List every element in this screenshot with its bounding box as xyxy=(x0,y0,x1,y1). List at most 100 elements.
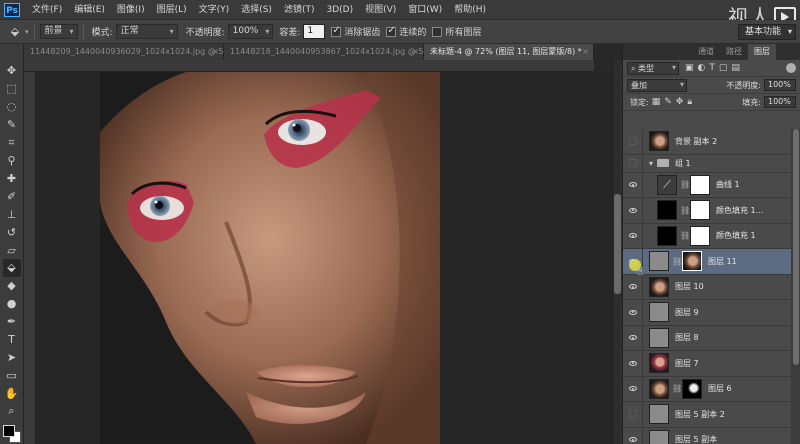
visibility-toggle[interactable] xyxy=(623,198,643,223)
fill-source-select[interactable]: 前景 xyxy=(39,24,78,39)
link-icon[interactable]: ⛓︎ xyxy=(680,206,690,215)
menu-layer[interactable]: 图层(L) xyxy=(151,0,193,20)
layer-mask-thumbnail[interactable] xyxy=(690,174,710,195)
contiguous-checkbox[interactable]: 连续的 xyxy=(386,25,426,38)
quick-select-tool-icon[interactable]: ✎ xyxy=(3,116,21,134)
canvas-area[interactable] xyxy=(36,72,612,444)
brush-tool-icon[interactable]: ✐ xyxy=(3,187,21,205)
link-icon[interactable]: ⛓︎ xyxy=(672,384,682,393)
history-brush-tool-icon[interactable]: ↺ xyxy=(3,223,21,241)
scrollbar-thumb[interactable] xyxy=(614,194,621,294)
type-tool-icon[interactable]: T xyxy=(3,331,21,349)
filter-toggle[interactable] xyxy=(786,63,796,73)
menu-help[interactable]: 帮助(H) xyxy=(448,0,492,20)
layer-row[interactable]: ⛓︎ 颜色填充 1... xyxy=(623,198,791,224)
chevron-down-icon[interactable]: ▾ xyxy=(649,159,653,168)
antialias-checkbox[interactable]: 消除锯齿 xyxy=(331,25,380,38)
layer-row[interactable]: ⛓︎ 颜色填充 1 xyxy=(623,223,791,249)
visibility-toggle[interactable] xyxy=(623,376,643,401)
zoom-tool-icon[interactable]: ⌕ xyxy=(3,402,21,420)
layer-group-row[interactable]: ▾ 组 1 xyxy=(623,154,791,173)
lock-pixels-icon[interactable]: ✎ xyxy=(664,97,672,107)
menu-view[interactable]: 视图(V) xyxy=(359,0,402,20)
menu-filter[interactable]: 滤镜(T) xyxy=(278,0,321,20)
healing-brush-tool-icon[interactable]: ✚ xyxy=(3,169,21,187)
layer-row[interactable]: 图层 9 xyxy=(623,300,791,326)
tab-document-active[interactable]: 未标题-4 @ 72% (图层 11, 图层蒙版/8) * × xyxy=(424,44,594,60)
visibility-toggle[interactable] xyxy=(623,427,643,444)
pixel-filter-icon[interactable]: ▣ xyxy=(685,63,694,73)
menu-select[interactable]: 选择(S) xyxy=(235,0,278,20)
layer-row[interactable]: ⟋ ⛓︎ 曲线 1 xyxy=(623,172,791,198)
link-icon[interactable]: ⛓︎ xyxy=(680,180,690,189)
close-icon[interactable]: × xyxy=(212,44,219,60)
shape-tool-icon[interactable]: ▭ xyxy=(3,366,21,384)
visibility-toggle[interactable] xyxy=(623,129,643,154)
tab-document-2[interactable]: 11448218_1440040953867_1024x1024.jpg @ 5… xyxy=(224,44,424,60)
visibility-toggle[interactable] xyxy=(623,402,643,427)
visibility-toggle[interactable] xyxy=(623,154,643,172)
paint-bucket-tool-icon[interactable]: ⬙ xyxy=(2,258,21,277)
lasso-tool-icon[interactable]: ◌ xyxy=(3,98,21,116)
layer-mask-thumbnail[interactable] xyxy=(682,378,702,399)
lock-all-icon[interactable]: 🔒︎ xyxy=(687,97,692,107)
layer-mask-thumbnail[interactable] xyxy=(690,225,710,246)
tab-paths[interactable]: 路径 xyxy=(720,44,748,60)
tab-document-1[interactable]: 11448209_1440040936029_1024x1024.jpg @ 5… xyxy=(24,44,224,60)
workspace-select[interactable]: 基本功能 xyxy=(737,24,796,40)
mode-select[interactable]: 正常 xyxy=(115,24,178,39)
link-icon[interactable]: ⛓︎ xyxy=(672,257,682,266)
clone-stamp-tool-icon[interactable]: ⊥ xyxy=(3,205,21,223)
type-filter-icon[interactable]: T xyxy=(709,63,715,73)
paint-bucket-tool-icon[interactable]: ⬙ xyxy=(6,24,24,40)
pen-tool-icon[interactable]: ✒ xyxy=(3,313,21,331)
layers-scrollbar[interactable] xyxy=(791,129,800,444)
layer-row[interactable]: 图层 8 xyxy=(623,325,791,351)
tolerance-input[interactable]: 1 xyxy=(303,24,326,39)
smart-object-filter-icon[interactable]: ▤ xyxy=(731,63,740,73)
color-swatches[interactable] xyxy=(2,424,22,444)
crop-tool-icon[interactable]: ⌗ xyxy=(3,134,21,152)
menu-3d[interactable]: 3D(D) xyxy=(320,0,359,20)
layer-row[interactable]: 图层 10 xyxy=(623,274,791,300)
eyedropper-tool-icon[interactable]: ⚲ xyxy=(3,152,21,170)
layer-row[interactable]: 背景 副本 2 xyxy=(623,129,791,155)
lock-position-icon[interactable]: ✥ xyxy=(676,97,684,107)
layer-mask-thumbnail[interactable] xyxy=(682,251,702,272)
menu-window[interactable]: 窗口(W) xyxy=(402,0,448,20)
canvas-vertical-scrollbar[interactable] xyxy=(612,60,622,444)
visibility-toggle[interactable] xyxy=(623,172,643,197)
menu-type[interactable]: 文字(Y) xyxy=(193,0,236,20)
layer-opacity-input[interactable]: 100% xyxy=(764,79,796,91)
menu-edit[interactable]: 编辑(E) xyxy=(68,0,111,20)
menu-file[interactable]: 文件(F) xyxy=(26,0,68,20)
visibility-toggle[interactable] xyxy=(623,300,643,325)
all-layers-checkbox[interactable]: 所有图层 xyxy=(432,25,481,38)
eraser-tool-icon[interactable]: ▱ xyxy=(3,241,21,259)
layer-mask-thumbnail[interactable] xyxy=(690,200,710,221)
layer-row[interactable]: ⛓︎ 图层 6 xyxy=(623,376,791,402)
blur-tool-icon[interactable]: ◆ xyxy=(3,277,21,295)
path-select-tool-icon[interactable]: ➤ xyxy=(3,349,21,367)
visibility-toggle[interactable] xyxy=(623,325,643,350)
move-tool-icon[interactable]: ✥ xyxy=(3,62,21,80)
blend-mode-select[interactable]: 叠加 xyxy=(627,78,687,92)
visibility-toggle[interactable] xyxy=(623,223,643,248)
tab-channels[interactable]: 通道 xyxy=(692,44,720,60)
dodge-tool-icon[interactable]: ● xyxy=(3,295,21,313)
visibility-toggle[interactable] xyxy=(623,274,643,299)
scrollbar-thumb[interactable] xyxy=(793,129,799,365)
tab-layers[interactable]: 图层 xyxy=(748,44,776,60)
menu-image[interactable]: 图像(I) xyxy=(111,0,151,20)
kind-filter-select[interactable]: ⌕ 类型 xyxy=(627,61,679,75)
lock-transparent-icon[interactable]: ▦ xyxy=(652,97,661,107)
hand-tool-icon[interactable]: ✋ xyxy=(3,384,21,402)
layer-row[interactable]: 图层 5 副本 2 xyxy=(623,402,791,428)
tool-preset-arrow-icon[interactable]: ▾ xyxy=(25,28,29,36)
fill-input[interactable]: 100% xyxy=(764,96,796,108)
close-icon[interactable]: × xyxy=(582,44,589,60)
layer-row[interactable]: 图层 7 xyxy=(623,351,791,377)
marquee-tool-icon[interactable]: ⬚ xyxy=(3,80,21,98)
link-icon[interactable]: ⛓︎ xyxy=(680,231,690,240)
layer-row[interactable]: 图层 5 副本 xyxy=(623,427,791,444)
